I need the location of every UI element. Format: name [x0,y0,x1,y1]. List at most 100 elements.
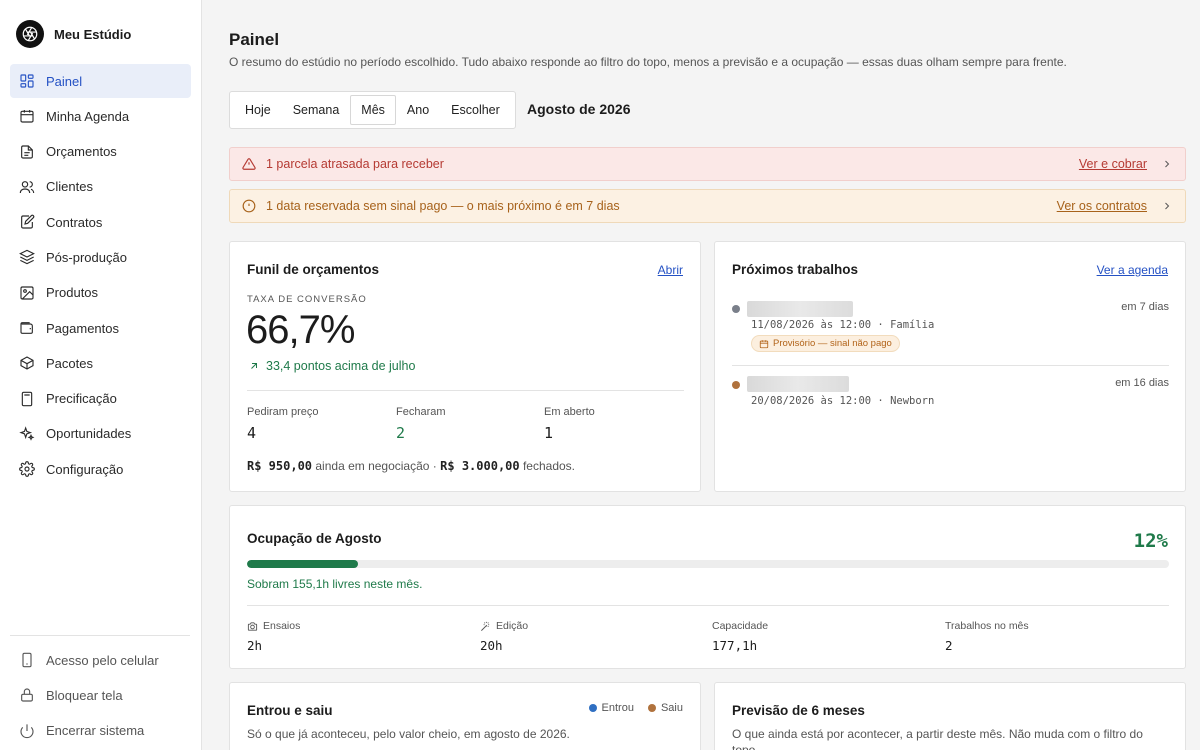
sidebar-item-precificacao[interactable]: Precificação [10,382,191,416]
unpaid-deposit-alert: 1 data reservada sem sinal pago — o mais… [229,189,1186,223]
sidebar-item-pagamentos[interactable]: Pagamentos [10,311,191,345]
occupancy-card: Ocupação de Agosto 12% Sobram 155,1h liv… [229,505,1186,669]
sidebar-item-minha-agenda[interactable]: Minha Agenda [10,99,191,133]
cashflow-card: Entrou e saiu Entrou Saiu Só o que já ac… [229,682,701,750]
page-subtitle: O resumo do estúdio no período escolhido… [229,55,1067,69]
document-icon [21,145,33,159]
funnel-open-link[interactable]: Abrir [658,263,683,277]
sidebar-item-label: Configuração [46,461,124,477]
calendar-icon [759,339,769,348]
stat-value: 20h [480,638,503,653]
period-option-escolher[interactable]: Escolher [440,95,511,125]
legend-swatch [647,704,656,712]
sidebar-item-label: Produtos [46,285,99,301]
warning-triangle-icon [242,158,256,170]
agenda-link[interactable]: Ver a agenda [1097,263,1168,277]
quote-funnel-card: Funil de orçamentos Abrir TAXA DE CONVER… [229,241,701,492]
contract-icon [21,214,35,229]
conversion-rate-value: 66,7% [246,308,355,352]
sidebar-item-label: Contratos [46,214,103,230]
dashboard-icon [20,74,34,88]
legend-label: Saiu [660,702,683,714]
sparkles-icon [19,426,35,441]
sidebar-item-bloquear-tela[interactable]: Bloquear tela [10,678,191,712]
client-name-redacted [747,301,853,317]
sidebar-item-label: Bloquear tela [46,687,123,703]
sidebar-item-configuracao[interactable]: Configuração [10,452,191,486]
period-option-hoje[interactable]: Hoje [234,95,282,125]
funnel-summary: R$ 950,00 ainda em negociação · R$ 3.000… [247,459,575,473]
alert-link-ver-e-cobrar[interactable]: Ver e cobrar [1079,157,1173,171]
sidebar-item-label: Pacotes [46,355,93,371]
box-icon [20,356,34,371]
stat-value: 2h [247,638,263,653]
client-name-redacted [747,376,849,392]
job-meta: 20/08/2026 às 12:00 · Newborn [751,395,935,407]
sidebar-divider [10,635,190,636]
trend-text: 33,4 pontos acima de julho [266,359,416,373]
sidebar-bottom-nav: Acesso pelo celular Bloquear tela Encerr… [10,643,191,749]
stat-label: Trabalhos no mês [945,620,1029,632]
sidebar-item-label: Pagamentos [46,320,119,336]
sidebar-item-clientes[interactable]: Clientes [10,170,191,204]
list-item[interactable]: em 7 dias 11/08/2026 às 12:00 · Família … [732,298,1169,358]
brand[interactable]: Meu Estúdio [16,20,131,48]
sidebar-item-label: Encerrar sistema [46,723,145,739]
divider [247,605,1169,606]
open-text: ainda em negociação · [315,459,437,473]
legend-item-saiu: Saiu [647,702,683,714]
sidebar-item-pacotes[interactable]: Pacotes [10,346,191,380]
arrow-up-right-icon [251,363,257,369]
occupancy-stat-edicao: Edição 20h [480,620,528,653]
sidebar-item-encerrar-sistema[interactable]: Encerrar sistema [10,714,191,748]
alert-link-label: Ver os contratos [1056,199,1147,213]
sidebar-item-label: Acesso pelo celular [46,652,159,668]
sidebar-item-pos-producao[interactable]: Pós-produção [10,240,191,274]
sidebar-item-orcamentos[interactable]: Orçamentos [10,135,191,169]
card-description: O que ainda está por acontecer, a partir… [732,727,1143,750]
sidebar-item-produtos[interactable]: Produtos [10,276,191,310]
legend-swatch [588,704,597,712]
phone-icon [22,652,32,668]
legend-item-entrou: Entrou [588,702,634,714]
job-meta: 11/08/2026 às 12:00 · Família [751,319,935,331]
occupancy-stat-trabalhos: Trabalhos no mês 2 [945,620,1029,653]
occupancy-progress-fill [247,560,358,568]
info-circle-icon [242,199,256,213]
occupancy-progress-bar [247,560,1169,568]
chevron-right-icon [1165,160,1170,168]
sidebar-item-label: Precificação [46,391,117,407]
magic-wand-icon [481,621,490,631]
chevron-right-icon [1165,202,1170,210]
calendar-icon [20,110,34,123]
period-option-mes[interactable]: Mês [350,95,396,125]
forecast-card: Previsão de 6 meses O que ainda está por… [714,682,1186,750]
closed-amount: R$ 3.000,00 [440,459,520,473]
open-amount: R$ 950,00 [247,459,313,473]
job-when: em 16 dias [1115,377,1169,389]
alert-link-ver-os-contratos[interactable]: Ver os contratos [1057,199,1173,213]
sidebar-item-painel[interactable]: Painel [10,64,191,98]
upcoming-jobs-card: Próximos trabalhos Ver a agenda em 7 dia… [714,241,1186,492]
lock-icon [21,688,33,702]
users-icon [19,180,35,193]
legend-label: Entrou [601,702,634,714]
wallet-icon [20,322,33,334]
card-description: Só o que já aconteceu, pelo valor cheio,… [247,727,570,741]
list-item[interactable]: em 16 dias 20/08/2026 às 12:00 · Newborn [732,374,1169,414]
card-title: Entrou e saiu [247,703,333,718]
divider [732,365,1169,366]
period-option-ano[interactable]: Ano [396,95,440,125]
page-title: Painel [229,30,280,49]
period-option-semana[interactable]: Semana [282,95,351,125]
sidebar-item-contratos[interactable]: Contratos [10,205,191,239]
stat-label: Pediram preço [247,406,319,418]
divider [247,390,684,391]
funnel-stat-fecharam: Fecharam 2 [396,406,446,442]
stat-label: Ensaios [263,620,301,632]
sidebar-item-oportunidades[interactable]: Oportunidades [10,417,191,451]
sidebar-item-acesso-celular[interactable]: Acesso pelo celular [10,643,191,677]
sidebar-item-label: Painel [46,73,83,89]
sidebar: Meu Estúdio Painel Minha Agenda Orçament… [0,0,202,750]
period-filter: Hoje Semana Mês Ano Escolher [229,91,516,129]
